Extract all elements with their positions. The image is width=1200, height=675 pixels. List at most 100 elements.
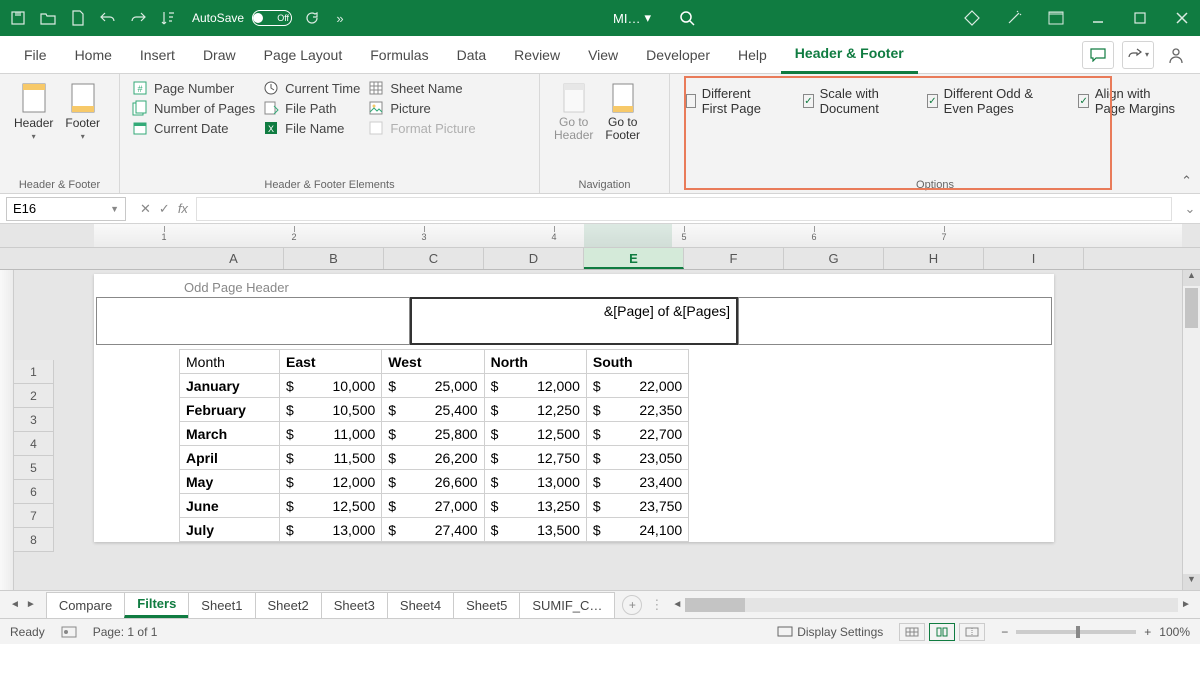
macro-record-icon[interactable] xyxy=(61,626,77,638)
header-center-section[interactable]: &[Page] of &[Pages] xyxy=(410,297,738,345)
sheet-tab-sumif-c-[interactable]: SUMIF_C… xyxy=(519,592,615,618)
sheet-tab-sheet5[interactable]: Sheet5 xyxy=(453,592,520,618)
row-header-6[interactable]: 6 xyxy=(14,480,54,504)
sheet-tab-filters[interactable]: Filters xyxy=(124,592,189,618)
table-row[interactable]: July$13,000$27,400$13,500$24,100 xyxy=(180,518,689,542)
maximize-icon[interactable] xyxy=(1130,8,1150,28)
expand-formula-icon[interactable]: ⌄ xyxy=(1180,201,1200,217)
comments-button[interactable] xyxy=(1082,41,1114,69)
col-header-C[interactable]: C xyxy=(384,248,484,269)
ribbon-mode-icon[interactable] xyxy=(1046,8,1066,28)
chk-diff-oddeven[interactable]: ✓Different Odd & Even Pages xyxy=(927,86,1048,116)
table-row[interactable]: January$10,000$25,000$12,000$22,000 xyxy=(180,374,689,398)
wand-icon[interactable] xyxy=(1004,8,1024,28)
goto-footer-button[interactable]: Go to Footer xyxy=(599,78,646,146)
view-pagelayout-icon[interactable] xyxy=(929,623,955,641)
row-header-8[interactable]: 8 xyxy=(14,528,54,552)
col-header-B[interactable]: B xyxy=(284,248,384,269)
sheet-tab-sheet1[interactable]: Sheet1 xyxy=(188,592,255,618)
collapse-ribbon-icon[interactable]: ⌃ xyxy=(1181,173,1192,189)
new-icon[interactable] xyxy=(68,8,88,28)
cmd-current-date[interactable]: Current Date xyxy=(132,120,255,136)
cmd-number-of-pages[interactable]: Number of Pages xyxy=(132,100,255,116)
formula-input[interactable] xyxy=(196,197,1172,221)
hscroll-right-icon[interactable]: ► xyxy=(1178,599,1194,610)
tab-insert[interactable]: Insert xyxy=(126,36,189,74)
refresh-icon[interactable] xyxy=(302,8,322,28)
cmd-picture[interactable]: Picture xyxy=(368,100,475,116)
sheet-tab-sheet3[interactable]: Sheet3 xyxy=(321,592,388,618)
table-row[interactable]: April$11,500$26,200$12,750$23,050 xyxy=(180,446,689,470)
footer-button[interactable]: Footer▾ xyxy=(59,78,106,145)
more-qat-icon[interactable]: » xyxy=(330,8,350,28)
tab-page-layout[interactable]: Page Layout xyxy=(250,36,357,74)
open-icon[interactable] xyxy=(38,8,58,28)
redo-icon[interactable] xyxy=(128,8,148,28)
chk-diff-first[interactable]: Different First Page xyxy=(686,86,773,116)
col-header-A[interactable]: A xyxy=(184,248,284,269)
save-icon[interactable] xyxy=(8,8,28,28)
name-box[interactable]: E16▼ xyxy=(6,197,126,221)
search-button[interactable] xyxy=(675,6,699,30)
row-header-7[interactable]: 7 xyxy=(14,504,54,528)
scroll-thumb[interactable] xyxy=(1185,288,1198,328)
minimize-icon[interactable] xyxy=(1088,8,1108,28)
view-pagebreak-icon[interactable] xyxy=(959,623,985,641)
table-row[interactable]: May$12,000$26,600$13,000$23,400 xyxy=(180,470,689,494)
tab-nav-prev-icon[interactable]: ◄ xyxy=(10,599,20,610)
chk-align[interactable]: ✓Align with Page Margins xyxy=(1078,86,1184,116)
row-header-5[interactable]: 5 xyxy=(14,456,54,480)
fx-icon[interactable]: fx xyxy=(178,201,188,217)
col-header-D[interactable]: D xyxy=(484,248,584,269)
col-header-F[interactable]: F xyxy=(684,248,784,269)
header-button[interactable]: Header▾ xyxy=(8,78,59,145)
cmd-file-path[interactable]: File Path xyxy=(263,100,360,116)
cmd-sheet-name[interactable]: Sheet Name xyxy=(368,80,475,96)
hscroll-left-icon[interactable]: ◄ xyxy=(669,599,685,610)
share-button[interactable]: ▾ xyxy=(1122,41,1154,69)
table-row[interactable]: June$12,500$27,000$13,250$23,750 xyxy=(180,494,689,518)
undo-icon[interactable] xyxy=(98,8,118,28)
col-header-H[interactable]: H xyxy=(884,248,984,269)
sheet-tab-sheet4[interactable]: Sheet4 xyxy=(387,592,454,618)
chk-scale[interactable]: ✓Scale with Document xyxy=(803,86,897,116)
goto-header-button[interactable]: Go to Header xyxy=(548,78,599,146)
toggle-switch[interactable]: Off xyxy=(252,10,292,26)
zoom-in-icon[interactable]: + xyxy=(1144,625,1151,639)
horizontal-scrollbar[interactable] xyxy=(685,598,1178,612)
zoom-slider[interactable] xyxy=(1016,630,1136,634)
scroll-down-icon[interactable]: ▼ xyxy=(1183,574,1200,590)
display-settings-button[interactable]: Display Settings xyxy=(777,625,883,639)
cmd-file-name[interactable]: XFile Name xyxy=(263,120,360,136)
vertical-scrollbar[interactable]: ▲ ▼ xyxy=(1182,270,1200,590)
cmd-page-number[interactable]: #Page Number xyxy=(132,80,255,96)
tab-data[interactable]: Data xyxy=(443,36,501,74)
cancel-formula-icon[interactable]: ✕ xyxy=(140,201,151,217)
accept-formula-icon[interactable]: ✓ xyxy=(159,201,170,217)
tab-view[interactable]: View xyxy=(574,36,632,74)
tab-formulas[interactable]: Formulas xyxy=(356,36,442,74)
tab-review[interactable]: Review xyxy=(500,36,574,74)
tab-nav-next-icon[interactable]: ► xyxy=(26,599,36,610)
sort-icon[interactable] xyxy=(158,8,178,28)
sheet-tab-sheet2[interactable]: Sheet2 xyxy=(255,592,322,618)
diamond-icon[interactable] xyxy=(962,8,982,28)
tab-draw[interactable]: Draw xyxy=(189,36,250,74)
scroll-up-icon[interactable]: ▲ xyxy=(1183,270,1200,286)
cmd-current-time[interactable]: Current Time xyxy=(263,80,360,96)
tab-file[interactable]: File xyxy=(10,36,61,74)
col-header-G[interactable]: G xyxy=(784,248,884,269)
data-table[interactable]: MonthEastWestNorthSouthJanuary$10,000$25… xyxy=(179,349,689,542)
row-header-4[interactable]: 4 xyxy=(14,432,54,456)
tab-help[interactable]: Help xyxy=(724,36,781,74)
tab-home[interactable]: Home xyxy=(61,36,126,74)
header-left-section[interactable] xyxy=(96,297,410,345)
view-normal-icon[interactable] xyxy=(899,623,925,641)
sheet-tab-compare[interactable]: Compare xyxy=(46,592,125,618)
autosave-toggle[interactable]: AutoSave Off xyxy=(192,10,292,26)
col-header-E[interactable]: E xyxy=(584,248,684,269)
col-header-I[interactable]: I xyxy=(984,248,1084,269)
close-icon[interactable] xyxy=(1172,8,1192,28)
add-sheet-button[interactable]: + xyxy=(622,595,642,615)
row-header-3[interactable]: 3 xyxy=(14,408,54,432)
